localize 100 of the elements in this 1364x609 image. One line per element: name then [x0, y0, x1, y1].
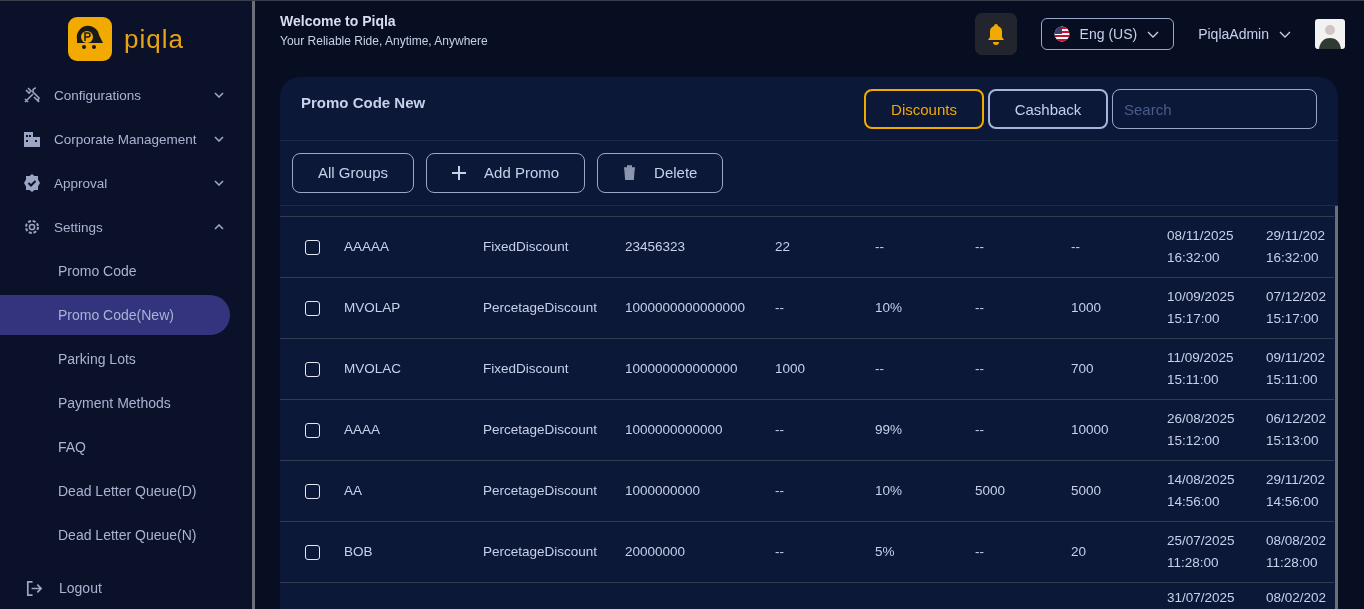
- row-checkbox[interactable]: [304, 544, 320, 560]
- table-cell-text: 20: [1071, 543, 1088, 561]
- sidebar-subitem[interactable]: Payment Methods: [0, 383, 230, 423]
- table-cell-text: PercetageDiscount: [483, 482, 599, 500]
- check-badge-icon: [22, 173, 42, 193]
- table-cell-text: 10%: [875, 482, 904, 500]
- table-cell-text: AA: [344, 482, 363, 500]
- sidebar-item[interactable]: Approval: [0, 161, 252, 205]
- chevron-down-icon: [1279, 30, 1291, 38]
- logout-link[interactable]: Logout: [0, 573, 252, 603]
- table-cell-text: 100000000000000: [625, 360, 739, 378]
- sidebar-subitem[interactable]: FAQ: [0, 427, 230, 467]
- sidebar-item[interactable]: Corporate Management: [0, 117, 252, 161]
- table-cell-text: 08/11/2025 16:32:00: [1167, 227, 1235, 267]
- table-cell-text: 23456323: [625, 238, 687, 256]
- table-cell-text: 09/11/202 15:11:00: [1266, 349, 1327, 389]
- search-field[interactable]: Search: [1112, 89, 1317, 129]
- chevron-up-icon: [214, 224, 224, 230]
- flag-icon: [1053, 26, 1070, 42]
- table-cell-text: --: [775, 299, 785, 317]
- table-cell-text: --: [875, 238, 885, 256]
- welcome-subtitle: Your Reliable Ride, Anytime, Anywhere: [280, 33, 488, 48]
- sidebar-item[interactable]: Configurations: [0, 73, 252, 117]
- table-cell-text: 5000: [1071, 482, 1103, 500]
- sidebar-subitem[interactable]: Dead Letter Queue(D): [0, 471, 230, 511]
- logout-icon: [24, 578, 43, 598]
- table-cell-text: 5%: [875, 543, 896, 561]
- bell-icon: [985, 23, 1006, 45]
- chevron-down-icon: [214, 136, 224, 142]
- table-cell-text: --: [975, 238, 985, 256]
- chevron-down-icon: [214, 180, 224, 186]
- table-cell-text: --: [775, 482, 785, 500]
- table-cell-text: 10000: [1071, 421, 1110, 439]
- table-cell-text: --: [1071, 238, 1081, 256]
- tab[interactable]: Discounts: [864, 89, 984, 129]
- tools-icon: [22, 85, 42, 105]
- table-cell-text: 10%: [875, 299, 904, 317]
- row-checkbox[interactable]: [304, 483, 320, 499]
- notification-button[interactable]: [974, 13, 1017, 55]
- sidebar-subitem[interactable]: Promo Code: [0, 251, 230, 291]
- table-cell-text: PercetageDiscount: [483, 299, 599, 317]
- tab[interactable]: Cashback: [988, 89, 1108, 129]
- table-cell-text: 20000000: [625, 543, 687, 561]
- logo-icon: [68, 17, 113, 61]
- sidebar-subitem[interactable]: Parking Lots: [0, 339, 230, 379]
- brand-name: piqla: [124, 23, 184, 55]
- table-cell-text: FixedDiscount: [483, 360, 570, 378]
- action-button[interactable]: Delete: [597, 152, 724, 193]
- sidebar-subitem[interactable]: Dead Letter Queue(N): [0, 515, 230, 555]
- table-cell-text: 29/11/202 16:32:00: [1266, 227, 1327, 267]
- table-cell-text: 700: [1071, 360, 1095, 378]
- language-dropdown[interactable]: Eng (US): [1040, 18, 1175, 50]
- table-cell-text: 14/08/2025 14:56:00: [1167, 471, 1236, 511]
- table-cell-text: --: [875, 360, 885, 378]
- building-icon: [22, 129, 42, 149]
- table-cell-text: 99%: [875, 421, 904, 439]
- action-button[interactable]: All Groups: [292, 152, 415, 193]
- table-cell-text: 5000: [975, 482, 1007, 500]
- table-cell-text: --: [975, 543, 985, 561]
- table-cell-text: --: [975, 421, 985, 439]
- table-cell-text: AAAA: [344, 421, 382, 439]
- table-cell-text: 06/12/202 15:13:00: [1266, 410, 1328, 450]
- table-cell-text: --: [775, 543, 785, 561]
- table-cell-text: MVOLAP: [344, 299, 402, 317]
- table-cell-text: 08/08/202 11:28:00: [1266, 532, 1328, 572]
- table-cell-text: 1000000000000: [625, 421, 724, 439]
- chevron-down-icon: [214, 92, 224, 98]
- table-cell-text: PercetageDiscount: [483, 421, 599, 439]
- table-cell-text: 10/09/2025 15:17:00: [1167, 288, 1236, 328]
- row-checkbox[interactable]: [304, 361, 320, 377]
- chevron-down-icon: [1147, 30, 1160, 38]
- table-cell-text: BOB: [344, 543, 374, 561]
- table-cell-text: 1000: [1071, 299, 1103, 317]
- table-cell-text: 08/02/202: [1266, 589, 1328, 607]
- table-cell-text: 1000: [775, 360, 807, 378]
- table-cell-text: 31/07/2025: [1167, 589, 1236, 607]
- user-menu[interactable]: PiqlaAdmin: [1198, 26, 1291, 42]
- avatar-silhouette[interactable]: [1315, 19, 1345, 49]
- table-cell-text: 29/11/202 14:56:00: [1266, 471, 1327, 511]
- table-cell-text: 07/12/202 15:17:00: [1266, 288, 1328, 328]
- trash-icon: [623, 165, 637, 181]
- settings-icon: [22, 217, 42, 237]
- table-cell-text: 25/07/2025 11:28:00: [1167, 532, 1236, 572]
- row-checkbox[interactable]: [304, 422, 320, 438]
- sidebar-item[interactable]: Settings: [0, 205, 252, 249]
- welcome-title: Welcome to Piqla: [280, 12, 397, 29]
- table-cell-text: MVOLAC: [344, 360, 402, 378]
- table-cell-text: 1000000000: [625, 482, 702, 500]
- table-cell-text: 1000000000000000: [625, 299, 747, 317]
- row-checkbox[interactable]: [304, 300, 320, 316]
- table-cell-text: --: [975, 299, 985, 317]
- table-cell-text: 11/09/2025 15:11:00: [1167, 349, 1235, 389]
- table-cell-text: PercetageDiscount: [483, 543, 599, 561]
- row-checkbox[interactable]: [304, 239, 320, 255]
- sidebar-subitem[interactable]: Promo Code(New): [0, 295, 230, 335]
- table-cell-text: --: [775, 421, 785, 439]
- table-cell-text: 22: [775, 238, 792, 256]
- action-button[interactable]: Add Promo: [426, 152, 586, 193]
- page-title: Promo Code New: [301, 94, 426, 113]
- table-cell-text: AAAAA: [344, 238, 391, 256]
